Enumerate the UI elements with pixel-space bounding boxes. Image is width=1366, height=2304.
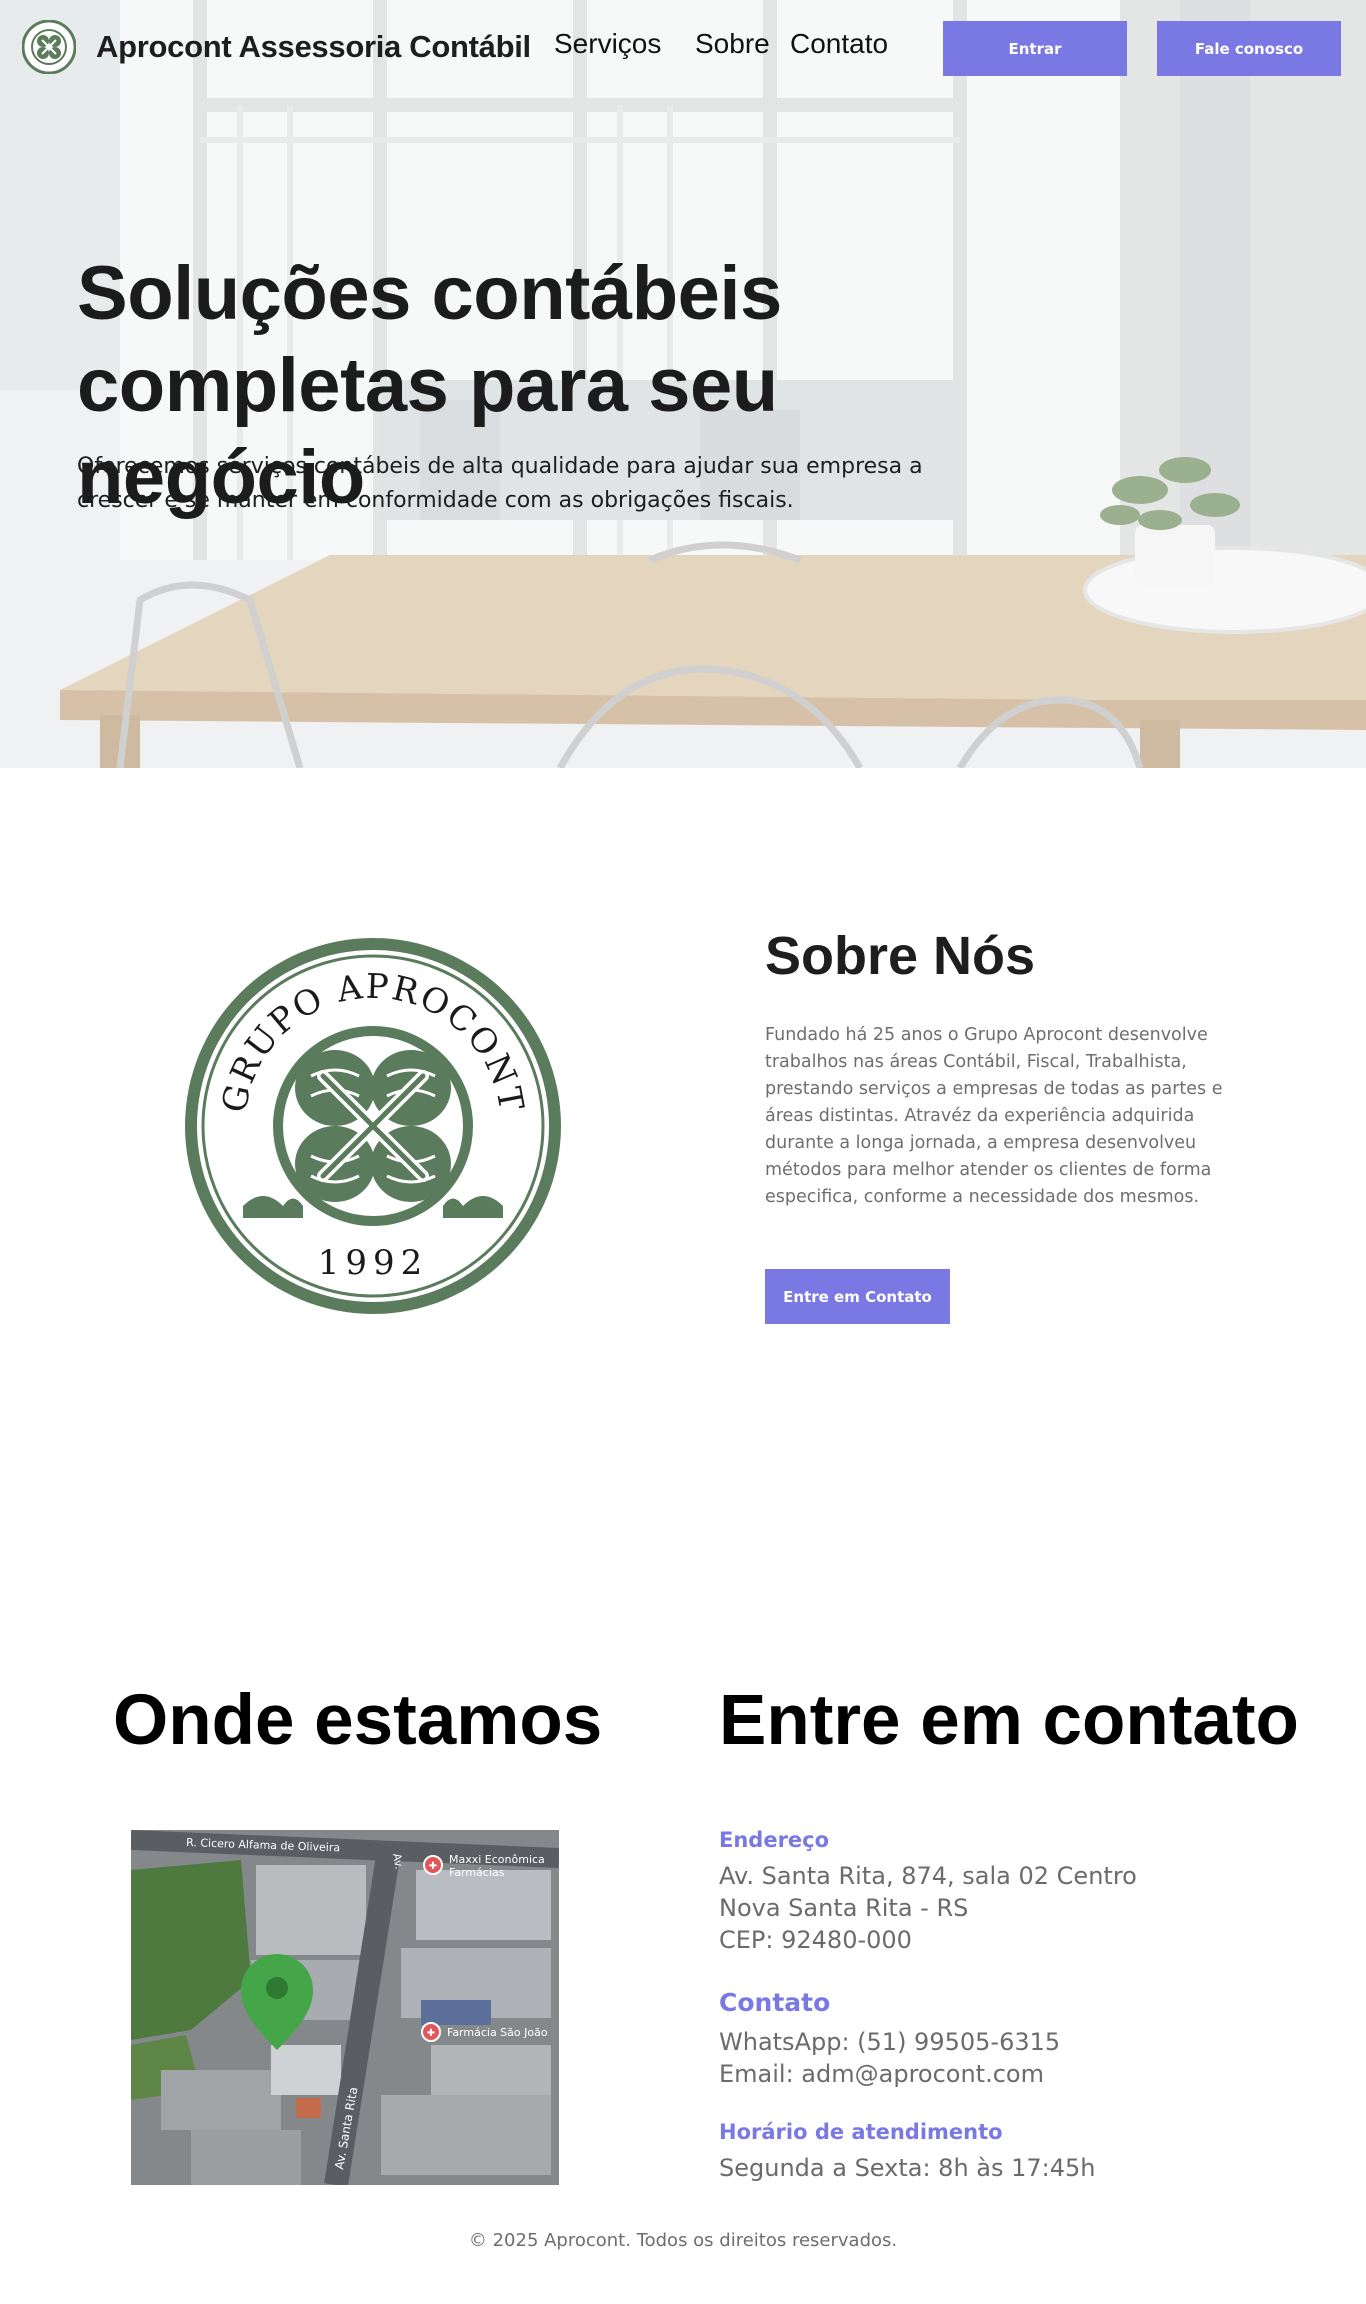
top-navbar: Aprocont Assessoria Contábil Serviços So… bbox=[0, 0, 1366, 96]
hours-text: Segunda a Sexta: 8h às 17:45h bbox=[719, 2154, 1096, 2182]
pharmacy-marker-icon[interactable]: ✚ bbox=[421, 2022, 441, 2042]
address-line-2: Nova Santa Rita - RS bbox=[719, 1894, 969, 1922]
svg-text:✚: ✚ bbox=[427, 2028, 435, 2039]
brand-name: Aprocont Assessoria Contábil bbox=[96, 29, 531, 64]
map-street-side-short: Av. bbox=[390, 1852, 406, 1870]
nav-link-sobre[interactable]: Sobre bbox=[695, 28, 770, 60]
hero-title-line1: Soluções contábeis bbox=[77, 251, 782, 336]
hero-section: Soluções contábeis completas para seu ne… bbox=[0, 0, 1366, 768]
pharmacy-marker-icon[interactable]: ✚ bbox=[423, 1855, 443, 1875]
about-title: Sobre Nós bbox=[765, 926, 1036, 986]
address-line-1: Av. Santa Rita, 874, sala 02 Centro bbox=[719, 1862, 1137, 1890]
login-button[interactable]: Entrar bbox=[943, 21, 1127, 76]
hero-subtitle: Oferecemos serviços contábeis de alta qu… bbox=[77, 454, 923, 513]
contact-label: Contato bbox=[719, 1988, 831, 2017]
aprocont-seal-icon bbox=[22, 20, 76, 74]
clover-seal-icon: GRUPO APROCONT 1992 bbox=[185, 938, 561, 1314]
svg-text:✚: ✚ bbox=[429, 1861, 437, 1872]
brand-home-link[interactable]: Aprocont Assessoria Contábil bbox=[22, 20, 531, 74]
footer-copyright: © 2025 Aprocont. Todos os direitos reser… bbox=[468, 2230, 898, 2251]
map-poi1-category: Farmácias bbox=[449, 1866, 505, 1879]
about-contact-button[interactable]: Entre em Contato bbox=[765, 1269, 950, 1324]
map-poi1-name: Maxxi Econômica bbox=[449, 1853, 545, 1866]
contact-title: Entre em contato bbox=[719, 1681, 1299, 1760]
address-label: Endereço bbox=[719, 1828, 830, 1852]
about-description: Fundado há 25 anos o Grupo Aprocont dese… bbox=[765, 1025, 1223, 1207]
address-line-3: CEP: 92480-000 bbox=[719, 1926, 912, 1954]
contact-us-button[interactable]: Fale conosco bbox=[1157, 21, 1341, 76]
nav-link-contato[interactable]: Contato bbox=[790, 28, 888, 60]
nav-link-servicos[interactable]: Serviços bbox=[554, 28, 661, 60]
seal-year: 1992 bbox=[318, 1243, 429, 1283]
hours-label: Horário de atendimento bbox=[719, 2120, 1003, 2144]
location-map[interactable]: R. Cicero Alfama de Oliveira Av. Av. San… bbox=[131, 1830, 559, 2185]
whatsapp-link[interactable]: WhatsApp: (51) 99505-6315 bbox=[719, 2028, 1060, 2056]
email-link[interactable]: Email: adm@aprocont.com bbox=[719, 2060, 1044, 2088]
location-title: Onde estamos bbox=[113, 1681, 603, 1760]
map-poi2-name: Farmácia São João bbox=[447, 2026, 548, 2039]
